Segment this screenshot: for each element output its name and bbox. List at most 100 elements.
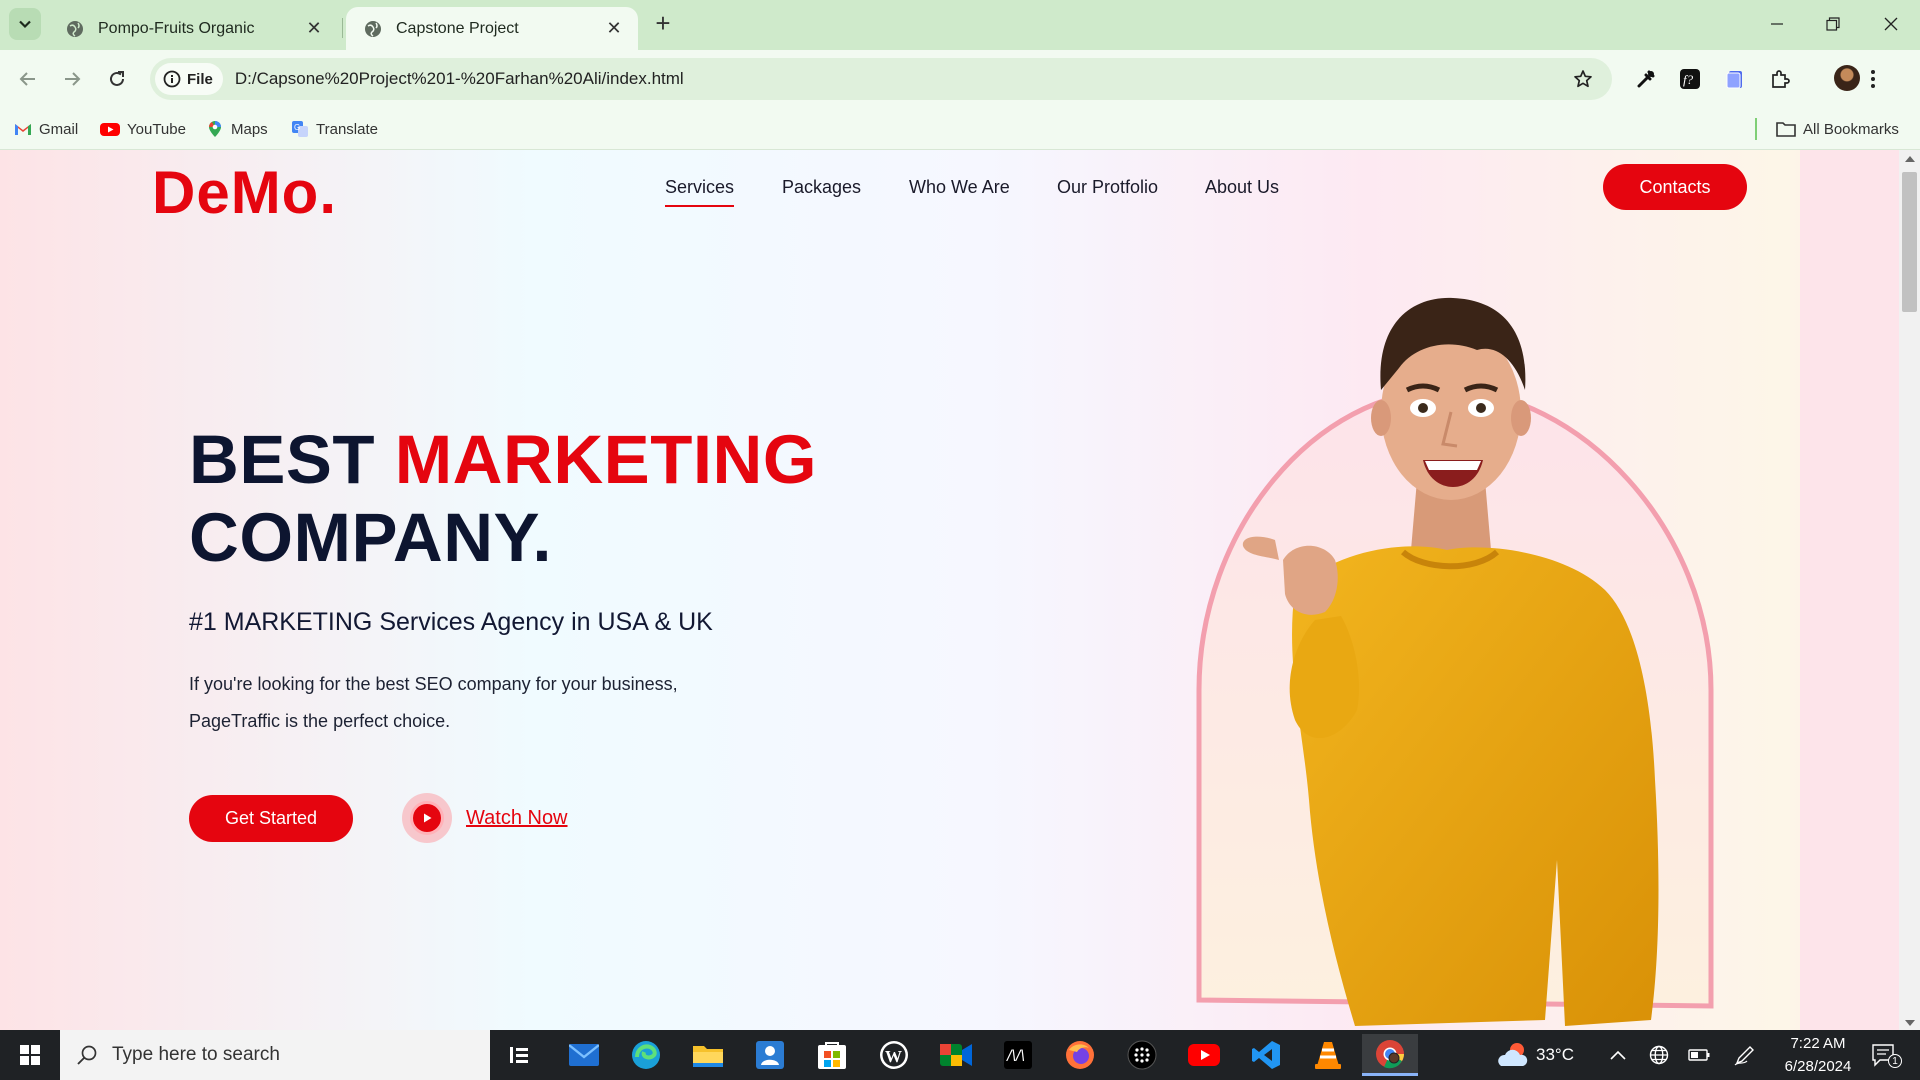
- taskbar-meet[interactable]: [928, 1034, 984, 1076]
- scroll-thumb[interactable]: [1902, 172, 1917, 312]
- globe-icon: [1649, 1045, 1669, 1065]
- clipboard-extension[interactable]: [1718, 62, 1752, 96]
- show-hidden-icons-button[interactable]: [1607, 1044, 1629, 1066]
- forward-arrow-icon: [65, 72, 81, 86]
- bookmark-translate[interactable]: G Translate: [291, 117, 378, 141]
- contacts-button[interactable]: Contacts: [1603, 164, 1747, 210]
- start-button[interactable]: [0, 1030, 60, 1080]
- notifications-button[interactable]: 1: [1870, 1042, 1902, 1070]
- back-arrow-icon: [19, 72, 35, 86]
- hero-title-line1: BEST MARKETING: [189, 420, 817, 499]
- hero-subtitle: #1 MARKETING Services Agency in USA & UK: [189, 608, 713, 636]
- all-bookmarks-button[interactable]: All Bookmarks: [1776, 117, 1899, 141]
- taskbar-wordpress[interactable]: W: [866, 1034, 922, 1076]
- taskbar-youtube[interactable]: [1176, 1034, 1232, 1076]
- reload-button[interactable]: [100, 62, 134, 96]
- close-icon[interactable]: ✕: [604, 18, 624, 39]
- close-icon[interactable]: ✕: [304, 18, 324, 39]
- taskbar-mail[interactable]: [556, 1034, 612, 1076]
- nav-our-portfolio[interactable]: Our Protfolio: [1057, 177, 1158, 198]
- site-info-chip[interactable]: File: [155, 63, 223, 95]
- bookmarks-divider: [1755, 118, 1757, 140]
- font-extension[interactable]: f?: [1673, 62, 1707, 96]
- play-button[interactable]: [402, 793, 452, 843]
- info-icon: [163, 70, 181, 88]
- contact-card-icon: [756, 1041, 784, 1069]
- hero-title-line2: COMPANY.: [189, 499, 553, 576]
- taskbar-dots-app[interactable]: [1114, 1034, 1170, 1076]
- hero-paragraph-line2: PageTraffic is the perfect choice.: [189, 711, 451, 731]
- vscode-icon: [1252, 1041, 1280, 1069]
- taskbar-notes-app[interactable]: /\/\: [990, 1034, 1046, 1076]
- new-tab-button[interactable]: +: [650, 10, 676, 36]
- tab-pompo-fruits[interactable]: Pompo-Fruits Organic ✕: [48, 7, 338, 50]
- task-view-icon: [510, 1047, 528, 1063]
- all-bookmarks-label: All Bookmarks: [1803, 120, 1899, 138]
- windows-icon: [20, 1045, 40, 1065]
- weather-icon[interactable]: [1497, 1040, 1531, 1070]
- extensions-button[interactable]: [1763, 62, 1797, 96]
- network-button[interactable]: [1648, 1044, 1670, 1066]
- bookmark-label: YouTube: [127, 120, 186, 138]
- page-scrollbar[interactable]: [1899, 150, 1920, 1030]
- back-button[interactable]: [11, 62, 45, 96]
- browser-menu-button[interactable]: [1856, 62, 1890, 96]
- window-close-button[interactable]: [1868, 8, 1914, 40]
- folder-icon: [1776, 122, 1796, 137]
- eyedropper-icon: [1637, 70, 1655, 88]
- clock-time[interactable]: 7:22 AM: [1782, 1035, 1854, 1052]
- watch-now-label[interactable]: Watch Now: [466, 807, 568, 830]
- tab-separator: [342, 18, 343, 38]
- battery-button[interactable]: [1688, 1044, 1710, 1066]
- youtube-icon: [100, 123, 120, 136]
- profile-avatar[interactable]: [1834, 65, 1860, 91]
- taskbar-edge[interactable]: [618, 1034, 674, 1076]
- scroll-down-arrow[interactable]: [1905, 1020, 1915, 1026]
- site-logo[interactable]: DeMo.: [152, 158, 337, 227]
- nav-who-we-are[interactable]: Who We Are: [909, 177, 1010, 198]
- nav-services[interactable]: Services: [665, 177, 735, 207]
- taskbar-contacts[interactable]: [742, 1034, 798, 1076]
- taskbar-store[interactable]: [804, 1034, 860, 1076]
- eyedropper-extension[interactable]: [1629, 62, 1663, 96]
- weather-temperature[interactable]: 33°C: [1536, 1045, 1574, 1065]
- taskbar-file-explorer[interactable]: [680, 1034, 736, 1076]
- watch-now-link[interactable]: Watch Now: [402, 792, 568, 844]
- taskbar-vlc[interactable]: [1300, 1034, 1356, 1076]
- maps-icon: [209, 121, 221, 137]
- task-view-button[interactable]: [492, 1034, 548, 1076]
- weather-cloud-icon: [1498, 1043, 1528, 1066]
- address-bar[interactable]: File D:/Capsone%20Project%201-%20Farhan%…: [150, 58, 1612, 100]
- minimize-button[interactable]: [1754, 8, 1800, 40]
- pen-workspace-button[interactable]: [1734, 1044, 1756, 1066]
- browser-toolbar: File D:/Capsone%20Project%201-%20Farhan%…: [0, 50, 1920, 108]
- forward-button[interactable]: [55, 62, 89, 96]
- restore-button[interactable]: [1810, 8, 1856, 40]
- bookmarks-bar: Gmail YouTube Maps G Translate All Bookm…: [0, 108, 1920, 150]
- play-icon: [424, 813, 432, 823]
- hero-title-part1: BEST: [189, 421, 395, 498]
- bookmark-maps[interactable]: Maps: [206, 117, 268, 141]
- clock-date[interactable]: 6/28/2024: [1777, 1058, 1859, 1075]
- taskbar-search[interactable]: Type here to search: [60, 1030, 490, 1080]
- taskbar-chrome[interactable]: [1362, 1034, 1418, 1076]
- url-text[interactable]: D:/Capsone%20Project%201-%20Farhan%20Ali…: [235, 69, 1568, 89]
- svg-text:f?: f?: [1683, 72, 1694, 87]
- restore-icon: [1826, 17, 1840, 31]
- tab-capstone-project[interactable]: Capstone Project ✕: [346, 7, 638, 50]
- youtube-icon: [1188, 1044, 1220, 1066]
- video-call-icon: [940, 1044, 972, 1066]
- taskbar-vscode[interactable]: [1238, 1034, 1294, 1076]
- tab-search-button[interactable]: [9, 8, 41, 40]
- bookmark-star-button[interactable]: [1568, 64, 1598, 94]
- taskbar-firefox[interactable]: [1052, 1034, 1108, 1076]
- windows-taskbar: Type here to search W /\/\ 33°C 7:22 AM …: [0, 1030, 1920, 1080]
- bookmark-youtube[interactable]: YouTube: [100, 117, 186, 141]
- bookmark-gmail[interactable]: Gmail: [14, 117, 78, 141]
- tab-title: Pompo-Fruits Organic: [98, 19, 255, 37]
- chevron-up-icon: [1610, 1050, 1626, 1060]
- nav-packages[interactable]: Packages: [782, 177, 861, 198]
- get-started-button[interactable]: Get Started: [189, 795, 353, 842]
- nav-about-us[interactable]: About Us: [1205, 177, 1279, 198]
- scroll-up-arrow[interactable]: [1905, 156, 1915, 162]
